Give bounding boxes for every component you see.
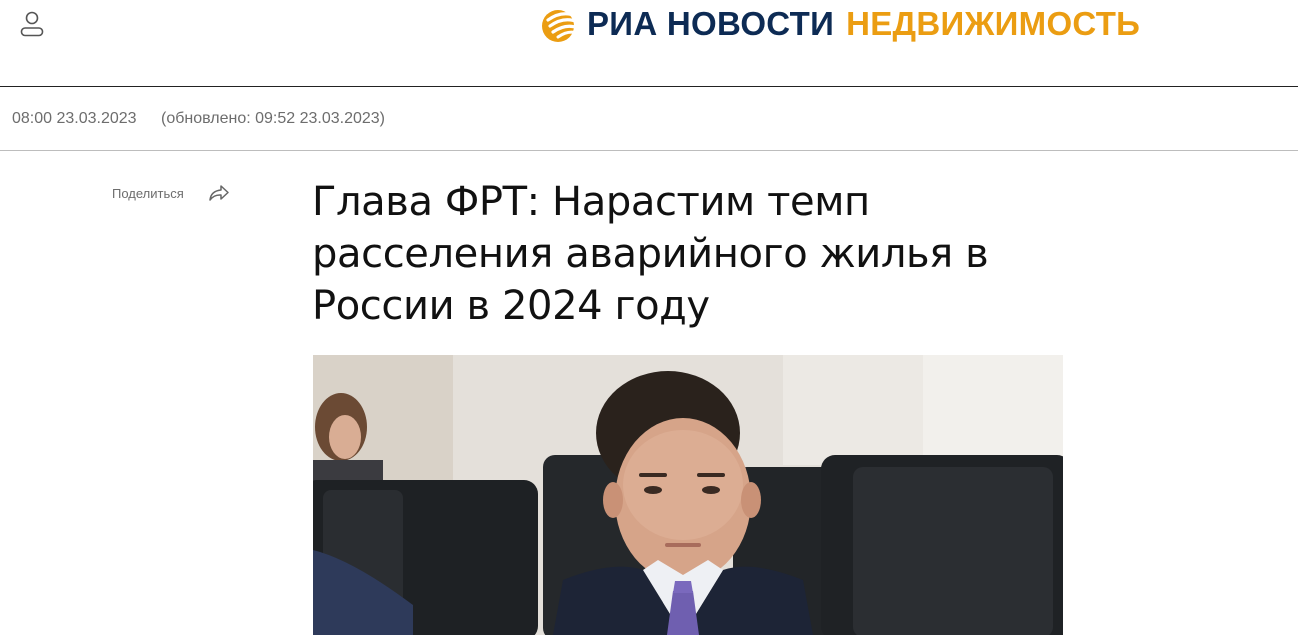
site-header: РИА НОВОСТИ НЕДВИЖИМОСТЬ: [0, 0, 1298, 87]
share-icon: [209, 185, 229, 201]
ria-logo-icon: [542, 10, 580, 42]
site-logo[interactable]: РИА НОВОСТИ НЕДВИЖИМОСТЬ: [540, 2, 1140, 46]
logo-section-text: НЕДВИЖИМОСТЬ: [846, 5, 1141, 42]
article-title: Глава ФРТ: Нарастим темп расселения авар…: [312, 179, 989, 329]
share-button[interactable]: Поделиться: [112, 184, 230, 202]
user-icon[interactable]: [20, 11, 44, 37]
article-photo: [313, 355, 1063, 635]
updated-date: (обновлено: 09:52 23.03.2023): [161, 110, 386, 127]
article-photo-image: [313, 355, 1063, 635]
article-meta: 08:00 23.03.2023 (обновлено: 09:52 23.03…: [0, 87, 1298, 151]
logo-brand-text: РИА НОВОСТИ: [587, 5, 835, 42]
share-label: Поделиться: [112, 185, 184, 201]
publish-date: 08:00 23.03.2023: [12, 110, 137, 127]
